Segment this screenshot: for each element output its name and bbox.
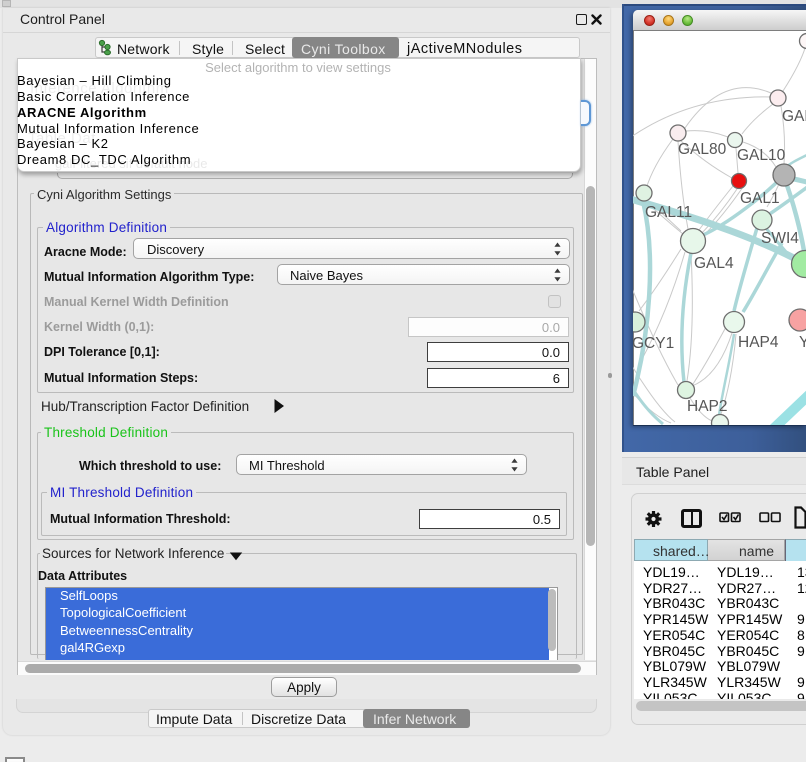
svg-text:GCY1: GCY1 [633,335,674,352]
svg-text:GAL11: GAL11 [645,204,692,221]
svg-text:GAL1: GAL1 [740,190,780,207]
svg-text:HAP2: HAP2 [687,398,728,415]
svg-text:Y: Y [799,334,806,351]
svg-text:HAP4: HAP4 [738,334,779,351]
svg-text:SWI4: SWI4 [761,230,799,247]
svg-text:GAL10: GAL10 [737,147,786,164]
svg-text:GAL4: GAL4 [694,255,734,272]
svg-text:GAL: GAL [782,108,806,125]
svg-text:GAL80: GAL80 [678,141,727,158]
